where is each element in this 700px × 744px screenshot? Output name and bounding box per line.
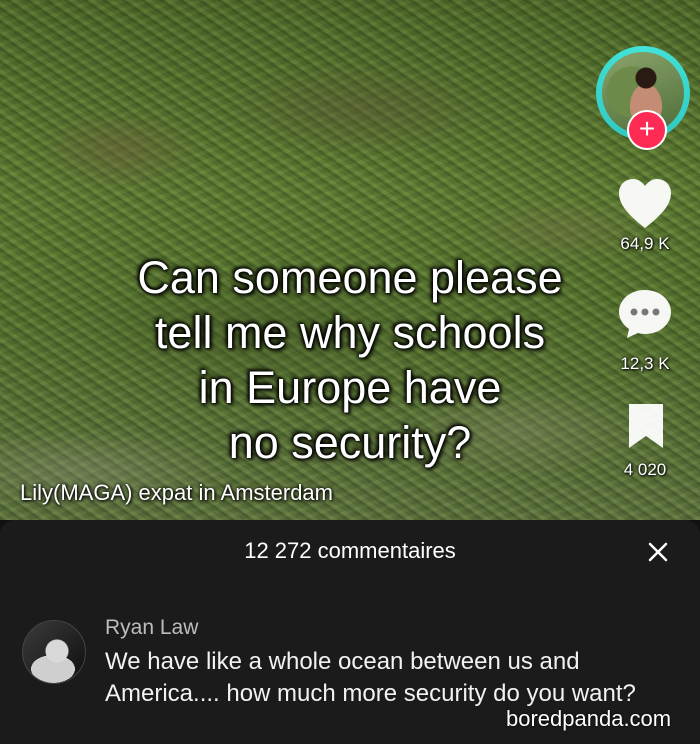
follow-button[interactable]: + [627,110,667,150]
like-count: 64,9 K [620,234,670,253]
caption-line: in Europe have [198,362,502,413]
comment-text: We have like a whole ocean between us an… [105,648,636,707]
caption-line: tell me why schools [154,307,546,358]
caption-line: no security? [228,417,472,468]
comment-username[interactable]: Ryan Law [105,616,198,640]
video-caption: Can someone please tell me why schools i… [30,250,670,470]
close-icon[interactable] [640,534,676,570]
save-count: 4 020 [623,460,667,479]
caption-line: Can someone please [137,252,563,303]
video-author-label[interactable]: Lily(MAGA) expat in Amsterdam [20,480,333,506]
comment-bubble-icon[interactable] [617,288,673,340]
bookmark-icon[interactable] [626,402,666,450]
commenter-avatar[interactable] [22,620,86,684]
watermark: boredpanda.com [506,706,672,731]
comment-count: 12,3 K [620,354,670,373]
heart-icon[interactable] [617,178,673,230]
comments-count-title: 12 272 commentaires [244,538,456,563]
